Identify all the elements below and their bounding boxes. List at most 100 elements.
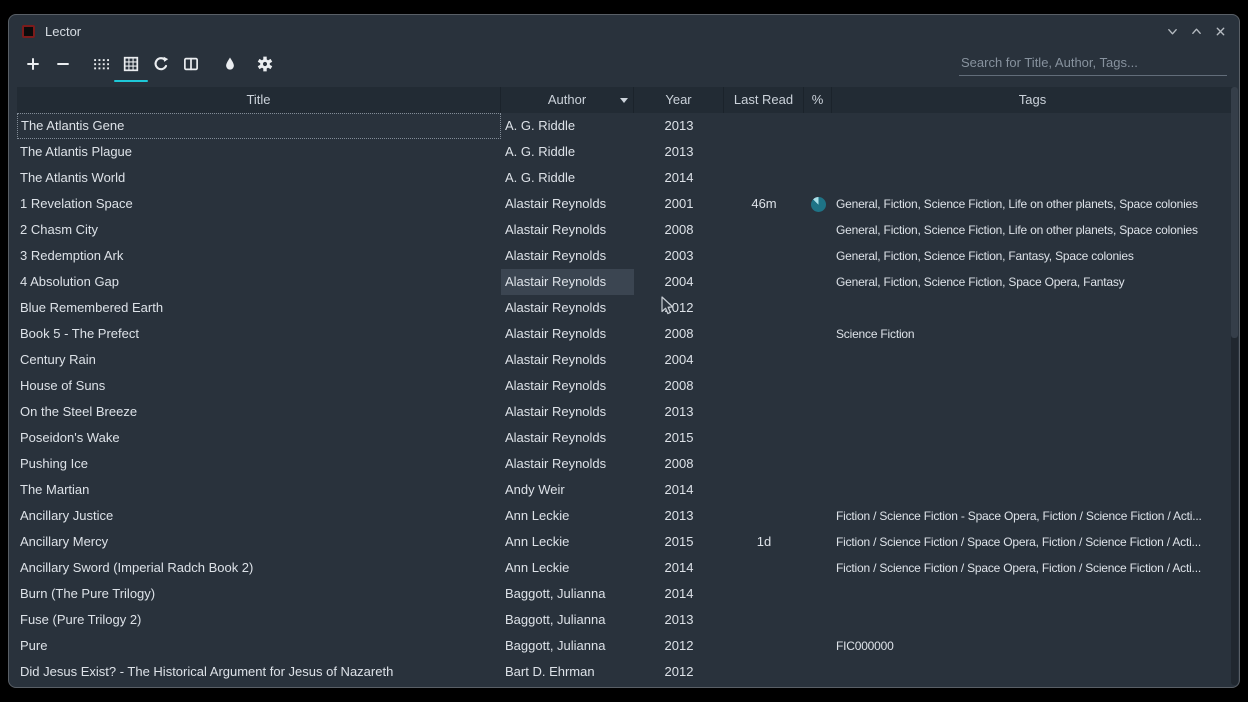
table-row[interactable]: House of SunsAlastair Reynolds2008 — [17, 373, 1233, 399]
cell-tags[interactable] — [832, 113, 1233, 139]
cell-tags[interactable]: Fiction / Science Fiction / Space Opera,… — [832, 529, 1233, 555]
cell-last-read[interactable] — [724, 581, 804, 607]
cell-tags[interactable]: Fiction / Science Fiction - Space Opera,… — [832, 503, 1233, 529]
cell-title[interactable]: Blue Remembered Earth — [17, 295, 501, 321]
cell-progress[interactable] — [804, 269, 832, 295]
cell-author[interactable]: Baggott, Julianna — [501, 607, 634, 633]
cell-year[interactable]: 2012 — [634, 633, 724, 659]
cell-author[interactable]: Alastair Reynolds — [501, 451, 634, 477]
cell-author[interactable]: A. G. Riddle — [501, 165, 634, 191]
cell-last-read[interactable] — [724, 633, 804, 659]
cell-title[interactable]: Burn (The Pure Trilogy) — [17, 581, 501, 607]
titlebar[interactable]: Lector — [9, 15, 1239, 47]
table-row[interactable]: 4 Absolution GapAlastair Reynolds2004Gen… — [17, 269, 1233, 295]
scrollbar-thumb[interactable] — [1231, 87, 1238, 338]
cell-last-read[interactable] — [724, 555, 804, 581]
cell-progress[interactable] — [804, 633, 832, 659]
cell-last-read[interactable] — [724, 659, 804, 684]
cell-year[interactable]: 2014 — [634, 555, 724, 581]
cell-author[interactable]: A. G. Riddle — [501, 139, 634, 165]
add-books-button[interactable] — [21, 52, 45, 76]
cell-last-read[interactable] — [724, 217, 804, 243]
cell-year[interactable]: 2012 — [634, 295, 724, 321]
cell-tags[interactable]: FIC000000 — [832, 633, 1233, 659]
cell-tags[interactable] — [832, 373, 1233, 399]
maximize-button[interactable] — [1188, 23, 1205, 40]
cell-tags[interactable] — [832, 607, 1233, 633]
cell-title[interactable]: Pushing Ice — [17, 451, 501, 477]
cell-title[interactable]: The Atlantis Gene — [17, 113, 501, 139]
cell-title[interactable]: Ancillary Mercy — [17, 529, 501, 555]
cell-tags[interactable] — [832, 399, 1233, 425]
cell-year[interactable]: 2008 — [634, 373, 724, 399]
column-header-last-read[interactable]: Last Read — [724, 87, 804, 113]
cell-title[interactable]: Ancillary Sword (Imperial Radch Book 2) — [17, 555, 501, 581]
cell-title[interactable]: Ancillary Justice — [17, 503, 501, 529]
cell-author[interactable]: Alastair Reynolds — [501, 217, 634, 243]
cell-last-read[interactable] — [724, 295, 804, 321]
column-header-title[interactable]: Title — [17, 87, 501, 113]
cell-year[interactable]: 2001 — [634, 191, 724, 217]
cell-last-read[interactable] — [724, 113, 804, 139]
table-row[interactable]: Century RainAlastair Reynolds2004 — [17, 347, 1233, 373]
cell-tags[interactable] — [832, 451, 1233, 477]
cell-title[interactable]: The Atlantis Plague — [17, 139, 501, 165]
cell-author[interactable]: Alastair Reynolds — [501, 295, 634, 321]
table-row[interactable]: Ancillary JusticeAnn Leckie2013Fiction /… — [17, 503, 1233, 529]
delete-book-button[interactable] — [51, 52, 75, 76]
table-row[interactable]: The Atlantis WorldA. G. Riddle2014 — [17, 165, 1233, 191]
cell-title[interactable]: House of Suns — [17, 373, 501, 399]
cell-title[interactable]: The Atlantis World — [17, 165, 501, 191]
cell-last-read[interactable] — [724, 269, 804, 295]
cell-progress[interactable] — [804, 321, 832, 347]
table-view-button[interactable] — [119, 52, 143, 76]
close-button[interactable] — [1212, 23, 1229, 40]
cell-last-read[interactable] — [724, 139, 804, 165]
table-row[interactable]: Burn (The Pure Trilogy)Baggott, Julianna… — [17, 581, 1233, 607]
column-header-percent[interactable]: % — [804, 87, 832, 113]
table-row[interactable]: Pushing IceAlastair Reynolds2008 — [17, 451, 1233, 477]
cell-tags[interactable]: General, Fiction, Science Fiction, Fanta… — [832, 243, 1233, 269]
cell-progress[interactable] — [804, 347, 832, 373]
cell-author[interactable]: Alastair Reynolds — [501, 269, 634, 295]
cell-last-read[interactable] — [724, 451, 804, 477]
cell-author[interactable]: Andy Weir — [501, 477, 634, 503]
cell-tags[interactable] — [832, 347, 1233, 373]
cell-author[interactable]: Alastair Reynolds — [501, 191, 634, 217]
cell-title[interactable]: Century Rain — [17, 347, 501, 373]
cell-last-read[interactable] — [724, 425, 804, 451]
table-row[interactable]: Fuse (Pure Trilogy 2)Baggott, Julianna20… — [17, 607, 1233, 633]
cell-progress[interactable] — [804, 165, 832, 191]
table-row[interactable]: 2 Chasm CityAlastair Reynolds2008General… — [17, 217, 1233, 243]
cell-year[interactable]: 2013 — [634, 139, 724, 165]
cell-year[interactable]: 2004 — [634, 347, 724, 373]
cell-progress[interactable] — [804, 581, 832, 607]
cell-year[interactable]: 2013 — [634, 113, 724, 139]
column-header-author[interactable]: Author — [501, 87, 634, 113]
cell-progress[interactable] — [804, 607, 832, 633]
cell-progress[interactable] — [804, 373, 832, 399]
cell-progress[interactable] — [804, 217, 832, 243]
cell-author[interactable]: A. G. Riddle — [501, 113, 634, 139]
cell-last-read[interactable] — [724, 399, 804, 425]
cell-year[interactable]: 2008 — [634, 451, 724, 477]
cell-author[interactable]: Ann Leckie — [501, 529, 634, 555]
cell-last-read[interactable]: 46m — [724, 191, 804, 217]
cell-title[interactable]: Poseidon's Wake — [17, 425, 501, 451]
table-row[interactable]: 3 Redemption ArkAlastair Reynolds2003Gen… — [17, 243, 1233, 269]
cell-last-read[interactable]: 1d — [724, 529, 804, 555]
cell-progress[interactable] — [804, 295, 832, 321]
cell-progress[interactable] — [804, 191, 832, 217]
cell-last-read[interactable] — [724, 321, 804, 347]
table-row[interactable]: Book 5 - The PrefectAlastair Reynolds200… — [17, 321, 1233, 347]
cell-progress[interactable] — [804, 451, 832, 477]
column-header-tags[interactable]: Tags — [832, 87, 1233, 113]
cell-year[interactable]: 2008 — [634, 321, 724, 347]
cell-tags[interactable]: Fiction / Science Fiction / Space Opera,… — [832, 555, 1233, 581]
cell-progress[interactable] — [804, 243, 832, 269]
table-row[interactable]: The Atlantis PlagueA. G. Riddle2013 — [17, 139, 1233, 165]
cell-author[interactable]: Alastair Reynolds — [501, 347, 634, 373]
cell-author[interactable]: Alastair Reynolds — [501, 243, 634, 269]
cell-year[interactable]: 2003 — [634, 243, 724, 269]
search-input[interactable] — [959, 52, 1227, 76]
